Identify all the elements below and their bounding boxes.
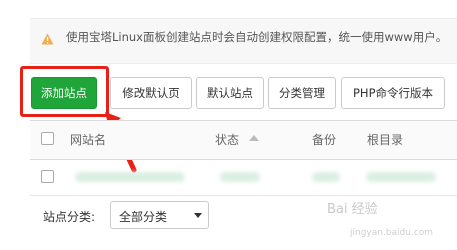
category-select-value: 全部分类: [119, 210, 168, 224]
row-checkbox[interactable]: [41, 170, 54, 183]
root-dir-redacted: [366, 172, 436, 182]
default-site-button[interactable]: 默认站点: [196, 77, 264, 109]
category-filter-label: 站点分类:: [43, 210, 96, 224]
site-name-redacted: [75, 172, 185, 182]
highlight-annotation: [20, 66, 109, 117]
sort-asc-icon[interactable]: [249, 135, 259, 141]
notice-text: 使用宝塔Linux面板创建站点时会自动创建权限配置，统一使用www用户。: [66, 30, 448, 44]
php-cli-version-button[interactable]: PHP命令行版本: [341, 77, 445, 109]
select-all-checkbox[interactable]: [41, 132, 54, 145]
column-root-dir[interactable]: 根目录: [367, 131, 403, 148]
column-site-name[interactable]: 网站名: [70, 131, 106, 148]
category-manage-button[interactable]: 分类管理: [268, 77, 336, 109]
chevron-down-icon: [194, 213, 202, 218]
baidu-watermark: Bai 经验: [327, 202, 378, 217]
baidu-watermark-url: jingyan.baidu.com: [350, 228, 434, 238]
status-redacted: [220, 172, 260, 182]
column-status[interactable]: 状态: [215, 131, 239, 148]
edit-default-page-button[interactable]: 修改默认页: [110, 77, 192, 109]
column-backup[interactable]: 备份: [312, 131, 336, 148]
backup-redacted: [312, 172, 340, 182]
